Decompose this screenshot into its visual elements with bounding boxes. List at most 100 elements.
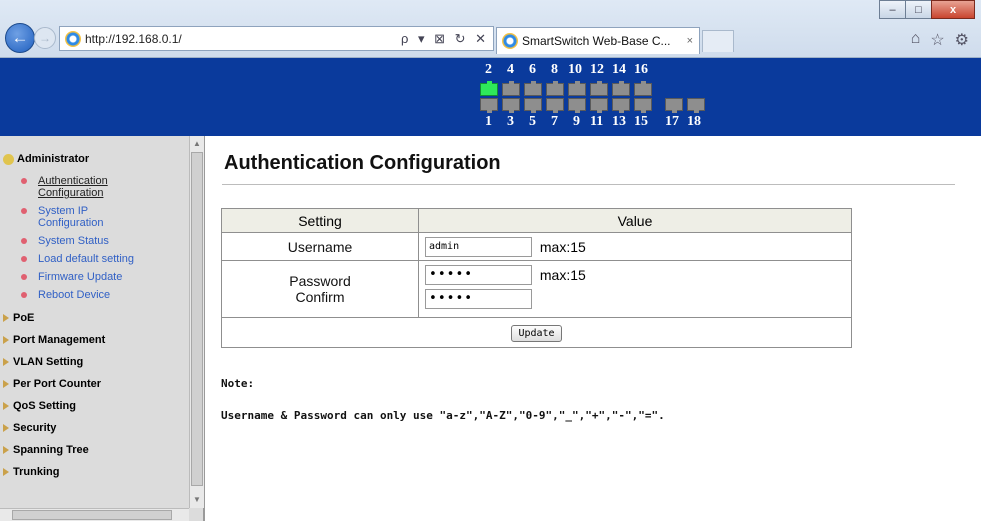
password-value-cell: ••••• max:15 ••••• [418,260,852,318]
ie-icon [65,30,81,47]
expand-arrow-icon [3,358,9,366]
port-16[interactable] [634,81,652,96]
port-8[interactable] [546,81,564,96]
password-input[interactable]: ••••• [425,265,532,285]
expand-arrow-icon [3,446,9,454]
sidebar-section-label: VLAN Setting [13,356,84,368]
port-17[interactable] [665,98,683,113]
port-label-11: 11 [590,114,604,129]
scroll-up-icon[interactable]: ▲ [191,137,203,151]
browser-tab[interactable]: SmartSwitch Web-Base C... × [496,27,700,54]
home-icon[interactable]: ⌂ [911,30,921,50]
sidebar-section-spanning-tree[interactable]: Spanning Tree [0,439,189,461]
folder-open-icon [3,153,14,165]
sidebar-section-label: PoE [13,312,35,324]
confirm-password-input[interactable]: ••••• [425,289,532,309]
confirm-label: Confirm [295,289,345,305]
page-title: Authentication Configuration [224,152,501,174]
port-label-17: 17 [665,114,679,129]
star-icon[interactable]: ☆ [930,30,944,50]
update-row: Update [221,317,852,348]
port-1[interactable] [480,98,498,113]
port-18[interactable] [687,98,705,113]
username-label: Username [221,232,419,261]
sidebar-item-system-ip-configuration[interactable]: System IP Configuration [0,205,189,229]
browser-toolbar-icons: ⌂ ☆ ⚙ [911,30,969,50]
bullet-icon [21,238,27,244]
sidebar-section-security[interactable]: Security [0,417,189,439]
maximize-button[interactable]: □ [905,0,932,19]
back-arrow-icon[interactable]: ← [5,23,35,53]
port-label-1: 1 [485,114,492,129]
port-7[interactable] [546,98,564,113]
update-cell: Update [221,317,852,348]
administrator-items: Authentication Configuration System IP Co… [0,175,189,301]
sidebar-vertical-scrollbar[interactable]: ▲ ▼ [189,136,204,508]
sidebar-section-label: Port Management [13,334,106,346]
password-max-hint: max:15 [539,267,586,283]
forward-arrow-icon[interactable]: → [34,27,56,49]
sidebar-section-per-port-counter[interactable]: Per Port Counter [0,373,189,395]
bullet-icon [21,274,27,280]
port-label-18: 18 [687,114,701,129]
port-3[interactable] [502,98,520,113]
sidebar-item-firmware-update[interactable]: Firmware Update [0,271,189,283]
address-tools[interactable]: ρ ▾ ⊠ ↻ ✕ [401,31,489,47]
tab-close-icon[interactable]: × [687,35,693,47]
port-11[interactable] [590,98,608,113]
sidebar-section-administrator[interactable]: Administrator [0,148,189,170]
gear-icon[interactable]: ⚙ [955,30,969,50]
expand-arrow-icon [3,380,9,388]
sidebar-item-label: System IP Configuration [38,205,104,229]
sidebar-horizontal-scrollbar[interactable] [0,508,189,521]
password-label-cell: Password Confirm [221,260,419,318]
password-label: Password [289,273,351,289]
update-button[interactable]: Update [511,325,562,342]
sidebar-section-label: Trunking [13,466,60,478]
switch-header: 2 4 6 8 10 12 14 16 1 3 5 7 9 11 13 15 17 18 [0,58,981,136]
sidebar: Administrator Authentication Configurati… [0,136,205,521]
address-bar[interactable]: http://192.168.0.1/ ρ ▾ ⊠ ↻ ✕ [59,26,494,51]
port-label-5: 5 [529,114,536,129]
expand-arrow-icon [3,468,9,476]
sidebar-section-poe[interactable]: PoE [0,307,189,329]
sidebar-section-vlan-setting[interactable]: VLAN Setting [0,351,189,373]
sidebar-item-authentication-configuration[interactable]: Authentication Configuration [0,175,189,199]
sidebar-section-label: Administrator [17,153,90,165]
tab-title: SmartSwitch Web-Base C... [522,34,671,48]
sidebar-item-reboot-device[interactable]: Reboot Device [0,289,189,301]
hscroll-thumb[interactable] [12,510,172,520]
scroll-down-icon[interactable]: ▼ [191,493,203,507]
port-6[interactable] [524,81,542,96]
minimize-button[interactable]: – [879,0,906,19]
port-14[interactable] [612,81,630,96]
port-15[interactable] [634,98,652,113]
password-row: Password Confirm ••••• max:15 ••••• [221,260,852,318]
close-window-button[interactable]: x [931,0,975,19]
bullet-icon [21,208,27,214]
port-label-10: 10 [568,62,582,77]
new-tab-button[interactable] [702,30,734,52]
url-text[interactable]: http://192.168.0.1/ [85,32,182,46]
port-12[interactable] [590,81,608,96]
port-13[interactable] [612,98,630,113]
scrollbar-thumb[interactable] [191,152,203,486]
port-9[interactable] [568,98,586,113]
port-2[interactable] [480,81,498,96]
port-5[interactable] [524,98,542,113]
table-header-row: Setting Value [221,208,852,233]
port-10[interactable] [568,81,586,96]
sidebar-item-system-status[interactable]: System Status [0,235,189,247]
username-input[interactable]: admin [425,236,532,257]
port-label-7: 7 [551,114,558,129]
port-label-2: 2 [485,62,492,77]
port-4[interactable] [502,81,520,96]
sidebar-section-label: Per Port Counter [13,378,102,390]
sidebar-sections: PoE Port Management VLAN Setting Per Port C… [0,307,189,483]
sidebar-section-port-management[interactable]: Port Management [0,329,189,351]
sidebar-section-trunking[interactable]: Trunking [0,461,189,483]
sidebar-section-qos-setting[interactable]: QoS Setting [0,395,189,417]
column-header-value: Value [418,208,852,233]
sidebar-item-load-default-setting[interactable]: Load default setting [0,253,189,265]
expand-arrow-icon [3,424,9,432]
